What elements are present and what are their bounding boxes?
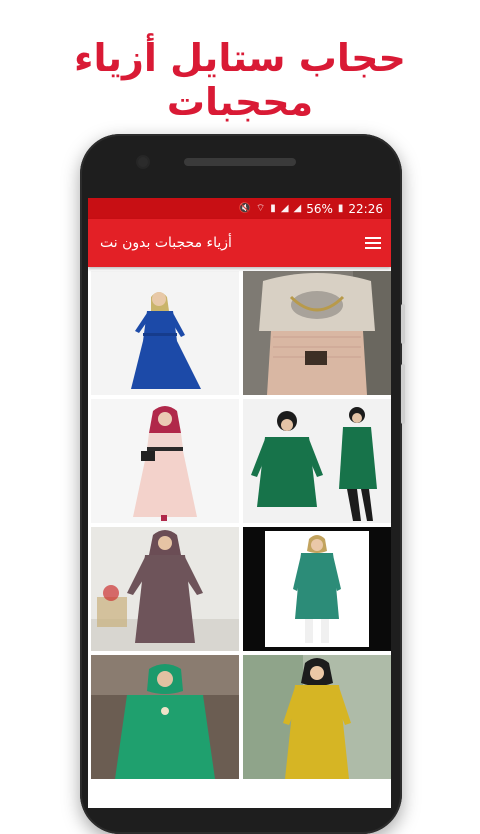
hamburger-menu-icon[interactable] — [365, 237, 381, 249]
battery-percent: 56% — [306, 201, 333, 216]
clock: 22:26 — [348, 201, 383, 216]
gallery-item[interactable] — [91, 655, 239, 779]
earpiece-speaker — [184, 158, 296, 166]
gallery-item[interactable] — [243, 399, 391, 523]
phone-screen: 🔇 ⌔ ▮ ◢ ◢ 56% ▮ 22:26 أزياء محجبات بدون … — [88, 198, 391, 808]
toolbar-title: أزياء محجبات بدون نت — [100, 235, 232, 251]
gallery-item[interactable] — [91, 271, 239, 395]
power-button — [401, 364, 405, 424]
gallery-item[interactable] — [243, 271, 391, 395]
green-tunics-image — [243, 399, 391, 523]
status-bar: 🔇 ⌔ ▮ ◢ ◢ 56% ▮ 22:26 — [88, 198, 391, 219]
battery-icon: ▮ — [337, 203, 344, 214]
mustard-tunic-image — [243, 655, 391, 779]
gallery-item[interactable] — [91, 399, 239, 523]
wifi-icon: ⌔ — [255, 203, 266, 214]
beige-outfit-image — [243, 271, 391, 395]
gallery-item[interactable] — [243, 527, 391, 651]
green-tunic-image — [91, 655, 239, 779]
phone-frame: 🔇 ⌔ ▮ ◢ ◢ 56% ▮ 22:26 أزياء محجبات بدون … — [80, 134, 405, 834]
mute-icon: 🔇 — [238, 203, 251, 214]
front-camera — [138, 157, 148, 167]
mauve-dress-image — [91, 527, 239, 651]
teal-tunic-image — [243, 527, 391, 651]
gallery-item[interactable] — [91, 527, 239, 651]
gallery-grid — [88, 267, 391, 779]
signal-icon: ◢ — [280, 203, 289, 214]
signal-icon: ◢ — [293, 203, 302, 214]
promo-title: حجاب ستايل أزياء محجبات — [74, 36, 406, 124]
sim-icon: ▮ — [270, 203, 276, 214]
gallery-item[interactable] — [243, 655, 391, 779]
blue-dress-image — [91, 271, 239, 395]
pink-dress-image — [91, 399, 239, 523]
app-toolbar: أزياء محجبات بدون نت — [88, 219, 391, 267]
volume-button — [401, 304, 405, 344]
